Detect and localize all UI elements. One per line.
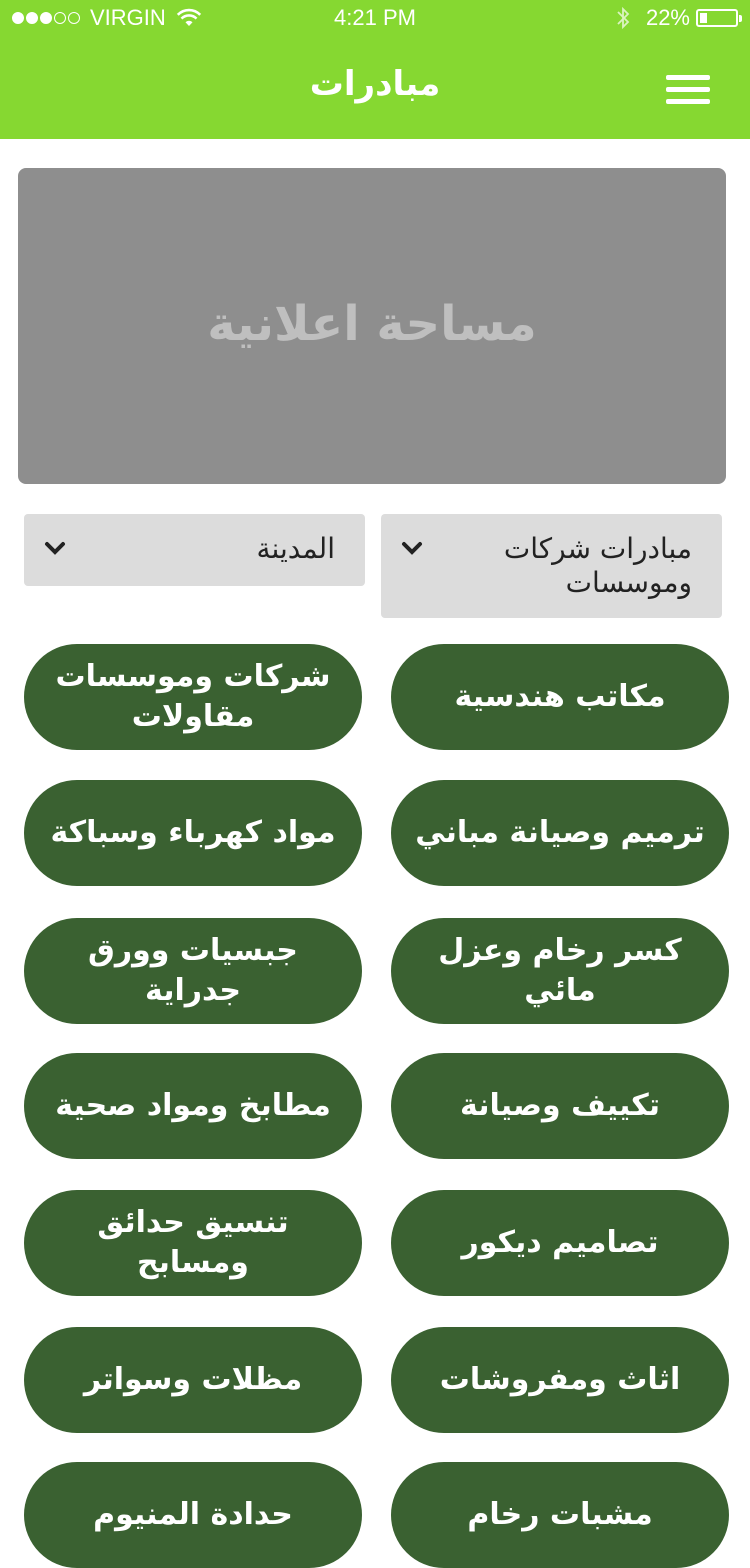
status-bar: VIRGIN 4:21 PM 22% <box>0 0 750 36</box>
category-dropdown-label: مبادرات شركات وموسسات <box>503 532 692 599</box>
battery-level-fill <box>700 13 707 23</box>
ad-banner-text: مساحة اعلانية <box>207 296 537 352</box>
chevron-down-icon <box>402 542 422 555</box>
category-electrical-plumbing-button[interactable]: مواد كهرباء وسباكة <box>24 780 362 886</box>
chevron-down-icon <box>45 542 65 555</box>
hamburger-menu-icon[interactable] <box>664 72 712 108</box>
category-dropdown[interactable]: مبادرات شركات وموسسات <box>381 514 722 618</box>
category-shades-fences-button[interactable]: مظلات وسواتر <box>24 1327 362 1433</box>
category-decor-design-button[interactable]: تصاميم ديكور <box>391 1190 729 1296</box>
battery-percentage: 22% <box>645 5 690 30</box>
category-gypsum-wallpaper-button[interactable]: جبسيات وورق جدراية <box>24 918 362 1024</box>
city-dropdown-label: المدينة <box>256 532 335 565</box>
category-marble-fireplaces-button[interactable]: مشبات رخام <box>391 1462 729 1568</box>
category-building-restoration-button[interactable]: ترميم وصيانة مباني <box>391 780 729 886</box>
category-engineering-offices-button[interactable]: مكاتب هندسية <box>391 644 729 750</box>
category-gardens-pools-button[interactable]: تنسيق حدائق ومسابح <box>24 1190 362 1296</box>
category-marble-waterproofing-button[interactable]: كسر رخام وعزل مائي <box>391 918 729 1024</box>
status-right: 22% <box>616 5 742 31</box>
category-contracting-companies-button[interactable]: شركات وموسسات مقاولات <box>24 644 362 750</box>
battery-icon <box>696 9 742 27</box>
category-kitchens-sanitary-button[interactable]: مطابخ ومواد صحية <box>24 1053 362 1159</box>
category-ac-maintenance-button[interactable]: تكييف وصيانة <box>391 1053 729 1159</box>
category-aluminum-smithing-button[interactable]: حدادة المنيوم <box>24 1462 362 1568</box>
app-header: VIRGIN 4:21 PM 22% مبادرات <box>0 0 750 139</box>
ad-banner[interactable]: مساحة اعلانية <box>18 168 726 484</box>
bluetooth-icon <box>617 6 630 30</box>
city-dropdown[interactable]: المدينة <box>24 514 365 586</box>
category-furniture-button[interactable]: اثاث ومفروشات <box>391 1327 729 1433</box>
page-title: مبادرات <box>309 64 441 104</box>
